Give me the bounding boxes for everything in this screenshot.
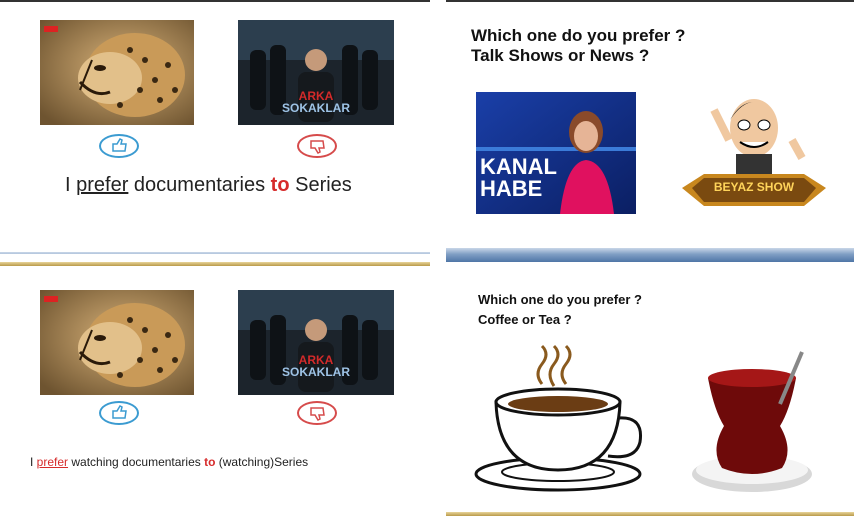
talkshow-host-image: BEYAZ SHOW [674, 80, 834, 214]
slide-top-border [446, 0, 854, 2]
slide-documentaries-vs-series: ARKA SOKAKLAR I prefer documentaries to … [0, 0, 430, 254]
slide-question-title: Which one do you prefer ? Coffee or Tea … [478, 292, 642, 327]
tv-channel-logo [44, 296, 58, 302]
thumbs-down-icon [297, 401, 337, 425]
verb-prefer: prefer [76, 174, 129, 196]
slide-top-stripe [0, 262, 430, 266]
series-poster-title: ARKA SOKAKLAR [282, 353, 350, 379]
preference-sentence: I prefer watching documentaries to (watc… [30, 455, 309, 469]
thumbs-up-icon [99, 134, 139, 158]
thumbs-down-icon [297, 134, 337, 158]
slide-coffee-vs-tea: Which one do you prefer ? Coffee or Tea … [446, 266, 854, 518]
slide-watching-documentaries: ARKA SOKAKLAR I prefer watching document… [0, 262, 430, 518]
documentary-cheetah-image [40, 20, 194, 125]
series-poster-title: ARKA SOKAKLAR [282, 89, 350, 115]
slide-footer-bar [446, 248, 854, 262]
news-channel-logo: KANAL HABE [480, 154, 557, 201]
thumbs-up-icon [99, 401, 139, 425]
slide-talkshows-vs-news: Which one do you prefer ? Talk Shows or … [446, 0, 854, 262]
coffee-cup-image [468, 344, 648, 494]
tv-channel-logo [44, 26, 58, 32]
slide-top-border [0, 0, 430, 2]
series-poster-image: ARKA SOKAKLAR [238, 290, 394, 395]
slide-footer-bar [0, 252, 430, 254]
steam-icon [536, 344, 572, 387]
verb-prefer: prefer [36, 455, 69, 469]
news-anchor-image: KANAL HABE [476, 92, 636, 214]
slide-footer-stripe [446, 512, 854, 516]
documentary-cheetah-image [40, 290, 194, 395]
preposition-to: to [270, 174, 290, 196]
tea-glass-image [684, 350, 824, 500]
preference-sentence: I prefer documentaries to Series [65, 174, 352, 196]
series-poster-image: ARKA SOKAKLAR [238, 20, 394, 125]
talkshow-logo-text: BEYAZ SHOW [713, 180, 795, 194]
preposition-to: to [204, 455, 216, 469]
slide-question-title: Which one do you prefer ? Talk Shows or … [471, 26, 686, 66]
